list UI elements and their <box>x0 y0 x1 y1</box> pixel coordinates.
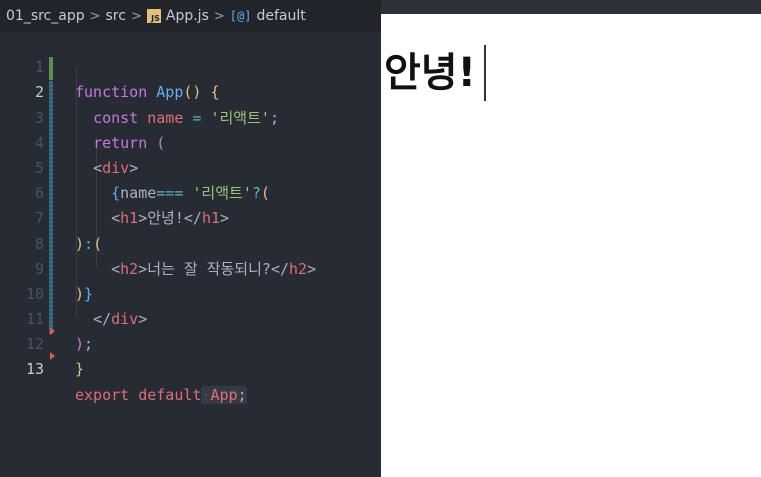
token-brace: } <box>75 360 85 379</box>
breadcrumb-folder[interactable]: 01_src_app <box>6 8 85 24</box>
code-editor[interactable]: 01_src_app > src > JS App.js > [@] defau… <box>0 0 381 477</box>
code-line-12: 12 } <box>0 307 381 378</box>
code-line-5: 5 {name=== '리액트'?( <box>0 131 381 202</box>
token-punctuation: ; <box>237 385 247 404</box>
chevron-right-icon: > <box>213 8 225 24</box>
breadcrumb-subfolder[interactable]: src <box>106 8 126 24</box>
chevron-right-icon: > <box>89 8 101 24</box>
chevron-right-icon: > <box>130 8 142 24</box>
code-line-13: 13 export default·App; <box>0 332 381 404</box>
token-keyword: export <box>75 385 130 404</box>
code-line-2: 2 const name = '리액트'; <box>0 55 381 126</box>
code-line-6: 6 <h1>안녕!</h1> <box>0 156 381 227</box>
text-cursor <box>484 45 486 101</box>
browser-preview: 안녕! <box>381 0 761 477</box>
code-line-1: 1 function App() { <box>0 30 381 101</box>
breadcrumb: 01_src_app > src > JS App.js > [@] defau… <box>0 0 381 32</box>
token-keyword: default <box>138 385 202 404</box>
symbol-variable-icon: [@] <box>229 9 252 23</box>
code-line-11: 11 ); <box>0 282 381 353</box>
javascript-file-icon: JS <box>146 9 161 23</box>
code-line-8: 8 <h2>너는 잘 작동되니?</h2> <box>0 206 381 278</box>
token-function: App <box>210 385 238 404</box>
preview-top-bar <box>381 0 761 14</box>
code-line-9: 9 )} <box>0 232 381 303</box>
breadcrumb-symbol[interactable]: default <box>256 8 305 24</box>
breadcrumb-file[interactable]: App.js <box>166 8 209 24</box>
code-line-4: 4 <div> <box>0 106 381 177</box>
code-line-3: 3 return ( <box>0 80 381 152</box>
code-line-10: 10 </div> <box>0 257 381 328</box>
line-number: 13 <box>25 360 44 379</box>
code-line-7: 7 ):( <box>0 181 381 252</box>
code-area[interactable]: 1 function App() { 2 const name = '리액트';… <box>0 30 381 404</box>
preview-heading: 안녕! <box>384 50 476 96</box>
